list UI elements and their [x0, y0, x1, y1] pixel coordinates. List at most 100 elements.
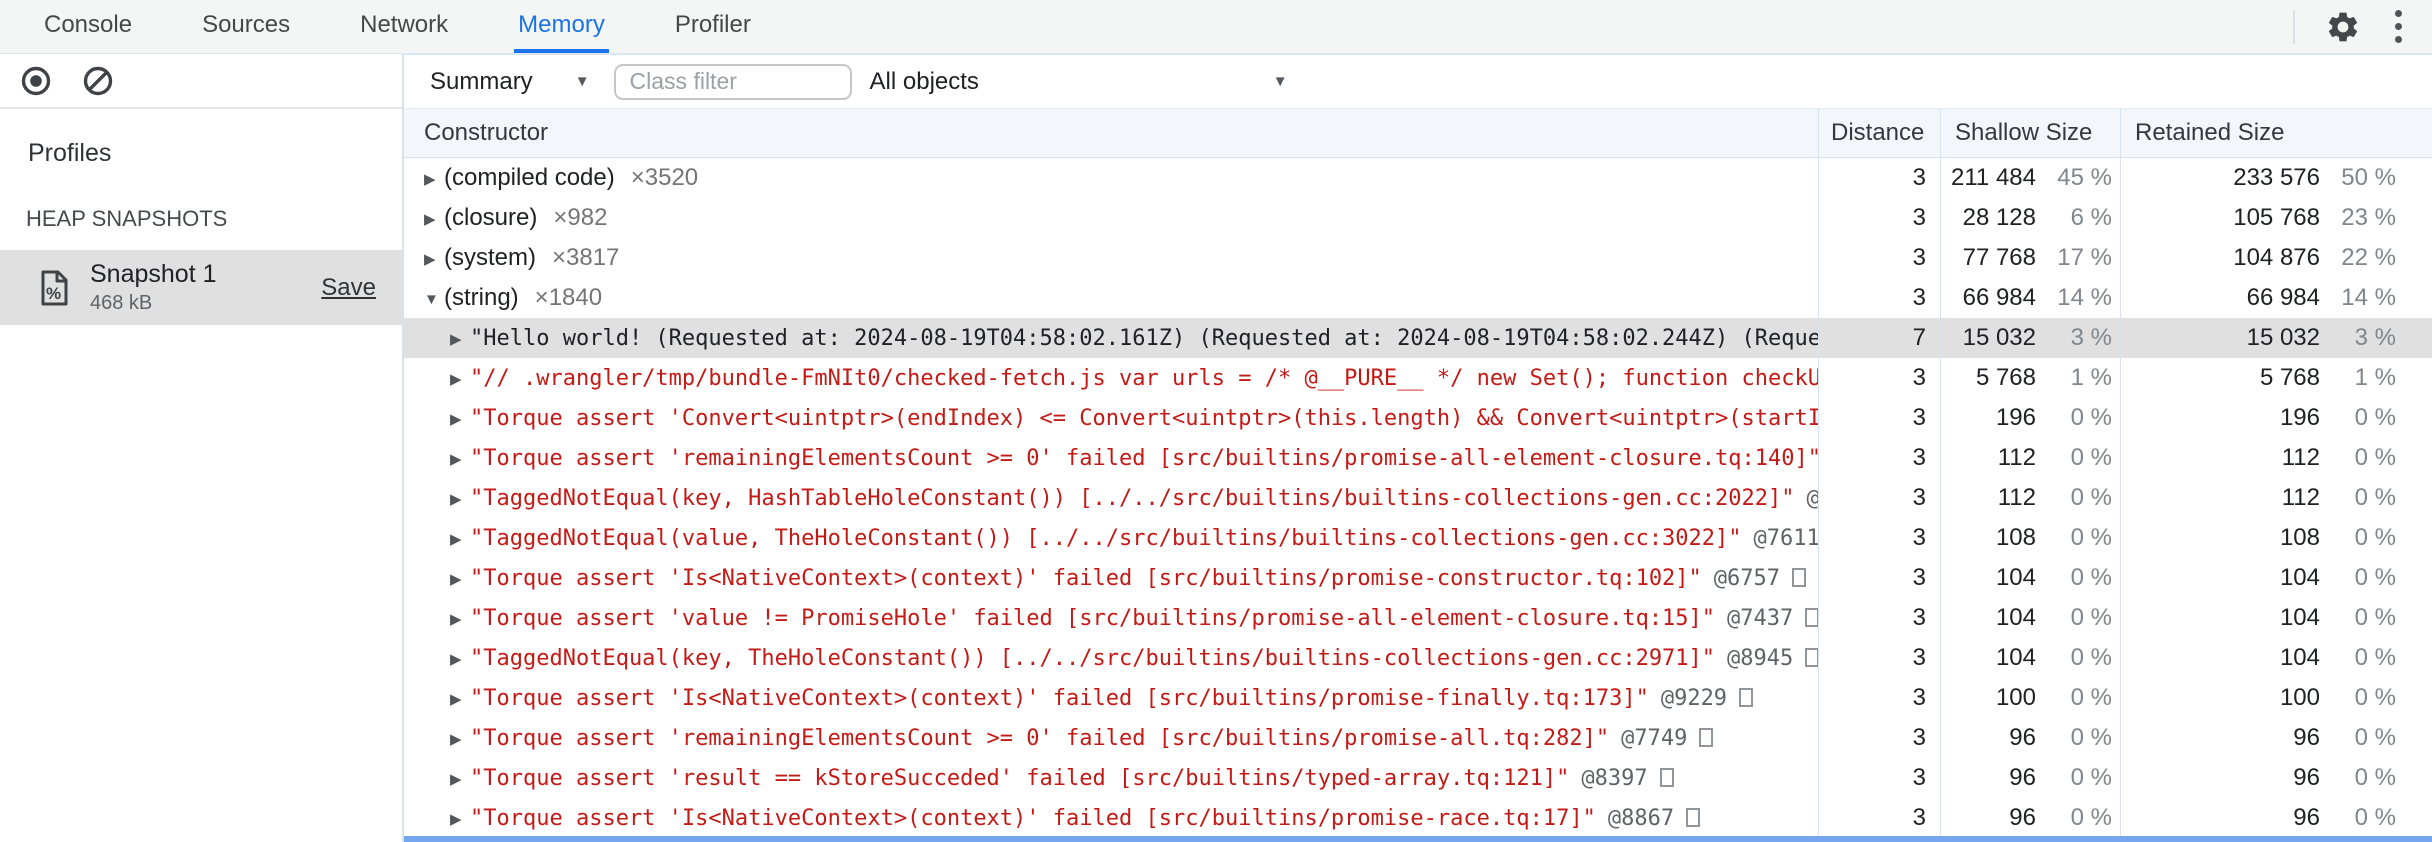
shallow-size-cell: 196 0 % — [1940, 398, 2120, 438]
retained-size-cell: 5 768 1 % — [2120, 358, 2432, 398]
distance-cell: 3 — [1818, 798, 1940, 838]
constructor-cell: ▶ "Torque assert 'remainingElementsCount … — [404, 438, 1818, 478]
column-header-retained-size[interactable]: Retained Size — [2120, 109, 2432, 157]
constructor-cell: ▶ (closure) ×982 — [404, 198, 1818, 238]
caret-collapsed-icon[interactable]: ▶ — [450, 720, 470, 758]
perspective-select[interactable]: Summary ▼ — [430, 68, 590, 96]
panel-body: Profiles HEAP SNAPSHOTS % Snapshot 1 468… — [0, 53, 2432, 842]
shallow-size-cell: 77 768 17 % — [1940, 238, 2120, 278]
caret-collapsed-icon[interactable]: ▶ — [450, 560, 470, 598]
block-icon[interactable] — [80, 63, 116, 99]
distance-cell: 3 — [1818, 758, 1940, 798]
toolbar-divider — [2293, 9, 2295, 44]
sidebar-item-snapshot-1[interactable]: % Snapshot 1 468 kB Save — [0, 250, 402, 325]
string-value: "Torque assert 'Convert<uintptr>(endInde… — [470, 406, 1818, 431]
object-id: @7437 — [1727, 606, 1794, 631]
object-preview-box-icon — [1739, 688, 1754, 707]
shallow-size-value: 104 — [1995, 564, 2036, 591]
retained-size-percent: 50 % — [2341, 164, 2396, 191]
string-value: "Torque assert 'Is<NativeContext>(contex… — [470, 566, 1702, 591]
shallow-size-value: 96 — [2009, 804, 2036, 831]
caret-collapsed-icon[interactable]: ▶ — [424, 160, 444, 198]
table-row[interactable]: ▶ (closure) ×982 3 28 128 6 % 105 768 23 % — [404, 198, 2432, 238]
retained-size-cell: 105 768 23 % — [2120, 198, 2432, 238]
caret-collapsed-icon[interactable]: ▶ — [450, 680, 470, 718]
tab-profiler[interactable]: Profiler — [671, 0, 755, 53]
table-row[interactable]: ▶ "Torque assert 'Is<NativeContext>(conte… — [404, 798, 2432, 838]
retained-size-value: 105 768 — [2233, 204, 2320, 231]
record-icon[interactable] — [18, 63, 54, 99]
constructor-cell: ▶ "TaggedNotEqual(key, TheHoleConstant())… — [404, 638, 1818, 678]
caret-collapsed-icon[interactable]: ▶ — [450, 600, 470, 638]
tabbar-actions — [2293, 0, 2432, 53]
object-preview-box-icon — [1699, 728, 1714, 747]
shallow-size-value: 211 484 — [1951, 164, 2036, 191]
constructor-cell: ▶ "Torque assert 'Convert<uintptr>(endInd… — [404, 398, 1818, 438]
table-row[interactable]: ▶ "Torque assert 'Is<NativeContext>(conte… — [404, 558, 2432, 598]
retained-size-value: 100 — [2279, 684, 2320, 711]
caret-collapsed-icon[interactable]: ▶ — [450, 400, 470, 438]
shallow-size-percent: 0 % — [2070, 564, 2112, 591]
caret-collapsed-icon[interactable]: ▶ — [450, 800, 470, 838]
column-header-distance[interactable]: Distance — [1818, 109, 1940, 157]
shallow-size-percent: 1 % — [2070, 364, 2112, 391]
distance-cell: 3 — [1818, 558, 1940, 598]
tab-memory[interactable]: Memory — [514, 0, 609, 53]
shallow-size-value: 108 — [1995, 524, 2036, 551]
shallow-size-percent: 0 % — [2070, 604, 2112, 631]
retained-size-value: 96 — [2293, 724, 2320, 751]
retained-size-percent: 1 % — [2354, 364, 2396, 391]
table-row[interactable]: ▶ "Torque assert 'result == kStoreSuccede… — [404, 758, 2432, 798]
objects-scope-select[interactable]: All objects ▼ — [870, 68, 1288, 96]
string-value: "Torque assert 'value != PromiseHole' fa… — [470, 606, 1716, 631]
retained-size-percent: 0 % — [2354, 564, 2396, 591]
table-row[interactable]: ▶ "Torque assert 'Is<NativeContext>(conte… — [404, 678, 2432, 718]
constructor-cell: ▶ "Torque assert 'Is<NativeContext>(conte… — [404, 798, 1818, 838]
string-value: "Torque assert 'Is<NativeContext>(contex… — [470, 686, 1649, 711]
snapshot-title: Snapshot 1 — [90, 260, 217, 288]
caret-collapsed-icon[interactable]: ▶ — [450, 360, 470, 398]
caret-collapsed-icon[interactable]: ▶ — [450, 520, 470, 558]
table-row[interactable]: ▶ "// .wrangler/tmp/bundle-FmNIt0/checked… — [404, 358, 2432, 398]
table-row[interactable]: ▶ "Torque assert 'Convert<uintptr>(endInd… — [404, 398, 2432, 438]
caret-collapsed-icon[interactable]: ▶ — [450, 760, 470, 798]
tab-network[interactable]: Network — [356, 0, 452, 53]
distance-cell: 3 — [1818, 398, 1940, 438]
column-header-shallow-size[interactable]: Shallow Size — [1940, 109, 2120, 157]
object-preview-box-icon — [1792, 568, 1807, 587]
caret-collapsed-icon[interactable]: ▶ — [450, 440, 470, 478]
constructor-cell: ▶ (system) ×3817 — [404, 238, 1818, 278]
caret-collapsed-icon[interactable]: ▶ — [450, 320, 470, 358]
distance-cell: 7 — [1818, 318, 1940, 358]
object-id: @8397 — [1581, 766, 1648, 791]
table-row[interactable]: ▶ "TaggedNotEqual(value, TheHoleConstant(… — [404, 518, 2432, 558]
tab-sources[interactable]: Sources — [198, 0, 294, 53]
class-filter-input[interactable] — [613, 63, 852, 100]
caret-collapsed-icon[interactable]: ▶ — [424, 200, 444, 238]
table-row[interactable]: ▶ "Torque assert 'remainingElementsCount … — [404, 718, 2432, 758]
table-row[interactable]: ▶ "TaggedNotEqual(key, TheHoleConstant())… — [404, 638, 2432, 678]
caret-collapsed-icon[interactable]: ▶ — [450, 480, 470, 518]
caret-collapsed-icon[interactable]: ▶ — [450, 640, 470, 678]
distance-cell: 3 — [1818, 438, 1940, 478]
object-preview-box-icon — [1659, 768, 1674, 787]
table-row[interactable]: ▼ (string) ×1840 3 66 984 14 % 66 984 14 % — [404, 278, 2432, 318]
table-row[interactable]: ▶ "Torque assert 'remainingElementsCount … — [404, 438, 2432, 478]
tab-console[interactable]: Console — [40, 0, 136, 53]
column-header-constructor[interactable]: Constructor — [404, 119, 1818, 147]
table-row[interactable]: ▶ "Hello world! (Requested at: 2024-08-19… — [404, 318, 2432, 358]
table-row[interactable]: ▶ "Torque assert 'value != PromiseHole' f… — [404, 598, 2432, 638]
shallow-size-value: 96 — [2009, 764, 2036, 791]
caret-collapsed-icon[interactable]: ▶ — [424, 240, 444, 278]
profiles-sidebar: Profiles HEAP SNAPSHOTS % Snapshot 1 468… — [0, 54, 404, 842]
table-row[interactable]: ▶ "TaggedNotEqual(key, HashTableHoleConst… — [404, 478, 2432, 518]
shallow-size-value: 196 — [1995, 404, 2036, 431]
instance-count: ×3520 — [630, 164, 699, 191]
save-snapshot-link[interactable]: Save — [321, 274, 376, 302]
table-row[interactable]: ▶ (system) ×3817 3 77 768 17 % 104 876 22 % — [404, 238, 2432, 278]
gear-icon[interactable] — [2325, 9, 2361, 45]
kebab-icon[interactable] — [2391, 6, 2406, 47]
table-row[interactable]: ▶ (compiled code) ×3520 3 211 484 45 % 233 576… — [404, 158, 2432, 198]
shallow-size-cell: 112 0 % — [1940, 478, 2120, 518]
caret-expanded-icon[interactable]: ▼ — [424, 280, 444, 318]
